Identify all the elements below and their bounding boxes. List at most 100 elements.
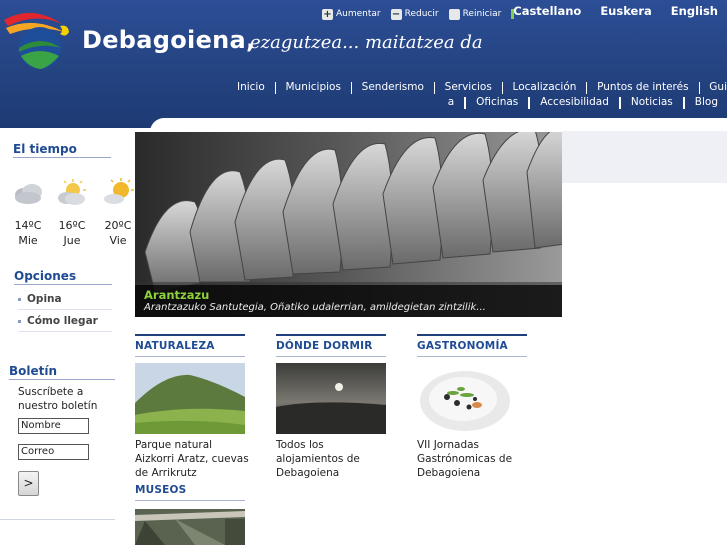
partly-sunny-icon — [104, 178, 134, 204]
weather-day-label: Vie — [109, 234, 127, 247]
language-castellano[interactable]: Castellano — [513, 4, 581, 18]
nav-separator — [464, 97, 467, 109]
right-panel — [562, 131, 727, 183]
nav-separator — [586, 82, 588, 94]
divider — [417, 356, 527, 357]
decrease-text-label: Reducir — [404, 9, 439, 19]
cloudy-icon — [15, 184, 42, 204]
newsletter-submit-button[interactable]: > — [18, 471, 39, 496]
language-selector: Castellano Euskera English — [513, 4, 727, 18]
nav-noticias[interactable]: Noticias — [631, 95, 673, 110]
section-title[interactable]: DÓNDE DORMIR — [276, 340, 386, 352]
nav-localizacion[interactable]: Localización — [513, 80, 577, 95]
main-navigation: Inicio Municipios Senderismo Servicios L… — [237, 80, 727, 110]
section-text[interactable]: Todos los alojamientos de Debagoiena — [276, 438, 391, 480]
weather-day: 20ºC Vie — [98, 178, 138, 249]
divider — [276, 334, 386, 336]
section-image[interactable] — [276, 363, 386, 434]
newsletter-text: Suscríbete a nuestro boletín — [18, 386, 98, 412]
nav-servicios[interactable]: Servicios — [445, 80, 492, 95]
reset-text-button[interactable]: Reiniciar — [448, 8, 502, 20]
reset-text-label: Reiniciar — [462, 9, 502, 19]
section-text[interactable]: VII Jornadas Gastrónomicas de Debagoiena — [417, 438, 532, 480]
dusk-image — [276, 363, 386, 434]
nav-blog[interactable]: Blog — [695, 95, 718, 110]
minus-icon: − — [390, 8, 402, 20]
accessibility-tools: + Aumentar − Reducir Reiniciar — [322, 7, 524, 21]
museum-image — [135, 509, 245, 545]
site-name[interactable]: Debagoiena, — [82, 26, 255, 54]
section-image[interactable] — [135, 509, 245, 545]
option-label: Opina — [27, 293, 62, 305]
increase-text-button[interactable]: + Aumentar — [322, 8, 381, 20]
weather-day: 16ºC Jue — [52, 178, 92, 249]
weather-day-label: Mie — [18, 234, 38, 247]
bullet-icon — [18, 319, 21, 323]
section-text[interactable]: Parque natural Aizkorri Aratz, cuevas de… — [135, 438, 250, 480]
divider — [135, 500, 245, 501]
section-image[interactable] — [417, 363, 527, 434]
section-title[interactable]: GASTRONOMÍA — [417, 340, 527, 352]
featured-title[interactable]: Arantzazu — [144, 288, 209, 302]
increase-text-label: Aumentar — [336, 9, 381, 19]
section-museos: MUSEOS — [135, 480, 245, 501]
divider — [0, 519, 115, 520]
divider — [135, 356, 245, 357]
plus-icon: + — [322, 8, 333, 20]
divider — [276, 356, 386, 357]
nav-inicio[interactable]: Inicio — [237, 80, 265, 95]
nav-separator — [682, 97, 685, 109]
weather-temp: 20ºC — [104, 219, 132, 232]
section-title[interactable]: NATURALEZA — [135, 340, 245, 352]
language-euskera[interactable]: Euskera — [600, 4, 651, 18]
site-header: Debagoiena, ezagutzea... maitatzea da + … — [0, 0, 727, 128]
logo-icon[interactable] — [2, 4, 72, 70]
nav-guia-cont[interactable]: a — [448, 95, 454, 110]
divider — [417, 334, 527, 336]
featured-description: Arantzazuko Santutegia, Oñatiko udalerri… — [144, 302, 486, 313]
section-gastronomia: GASTRONOMÍA — [417, 334, 527, 357]
divider — [9, 379, 115, 380]
nav-municipios[interactable]: Municipios — [286, 80, 341, 95]
language-english[interactable]: English — [671, 4, 718, 18]
section-title[interactable]: MUSEOS — [135, 484, 245, 496]
nav-puntos-interes[interactable]: Puntos de interés — [597, 80, 688, 95]
featured-story[interactable]: Arantzazu Arantzazuko Santutegia, Oñatik… — [135, 132, 562, 317]
weather-day: 14ºC Mie — [8, 178, 48, 249]
nav-separator — [698, 82, 700, 94]
landscape-image — [135, 363, 245, 434]
decrease-text-button[interactable]: − Reducir — [390, 8, 439, 20]
newsletter-email-input[interactable] — [18, 444, 89, 460]
reset-icon — [448, 8, 460, 20]
site-slogan: ezagutzea... maitatzea da — [250, 32, 483, 53]
newsletter-name-input[interactable] — [18, 418, 89, 434]
bullet-icon — [18, 297, 21, 301]
nav-oficinas[interactable]: Oficinas — [476, 95, 518, 110]
section-naturaleza: NATURALEZA — [135, 334, 245, 357]
options-title: Opciones — [14, 269, 77, 283]
option-como-llegar[interactable]: Cómo llegar — [18, 315, 98, 327]
weather-title: El tiempo — [13, 142, 77, 156]
newsletter-title: Boletín — [9, 364, 58, 378]
section-image[interactable] — [135, 363, 245, 434]
nav-row: Inicio Municipios Senderismo Servicios L… — [237, 80, 727, 95]
nav-separator — [274, 82, 276, 94]
nav-guia[interactable]: Gui — [709, 80, 727, 95]
divider — [14, 284, 112, 285]
divider — [18, 331, 112, 332]
nav-separator — [433, 82, 435, 94]
featured-caption: Arantzazu Arantzazuko Santutegia, Oñatik… — [135, 285, 562, 317]
weather-temp: 16ºC — [58, 219, 86, 232]
divider — [18, 309, 112, 310]
nav-separator — [350, 82, 352, 94]
nav-separator — [528, 97, 531, 109]
weather-day-label: Jue — [63, 234, 81, 247]
nav-accesibilidad[interactable]: Accesibilidad — [540, 95, 609, 110]
divider — [135, 334, 245, 336]
section-donde-dormir: DÓNDE DORMIR — [276, 334, 386, 357]
option-opina[interactable]: Opina — [18, 293, 62, 305]
nav-row: a Oficinas Accesibilidad Noticias Blog — [237, 95, 727, 110]
nav-senderismo[interactable]: Senderismo — [362, 80, 424, 95]
divider — [13, 157, 111, 158]
nav-separator — [501, 82, 503, 94]
